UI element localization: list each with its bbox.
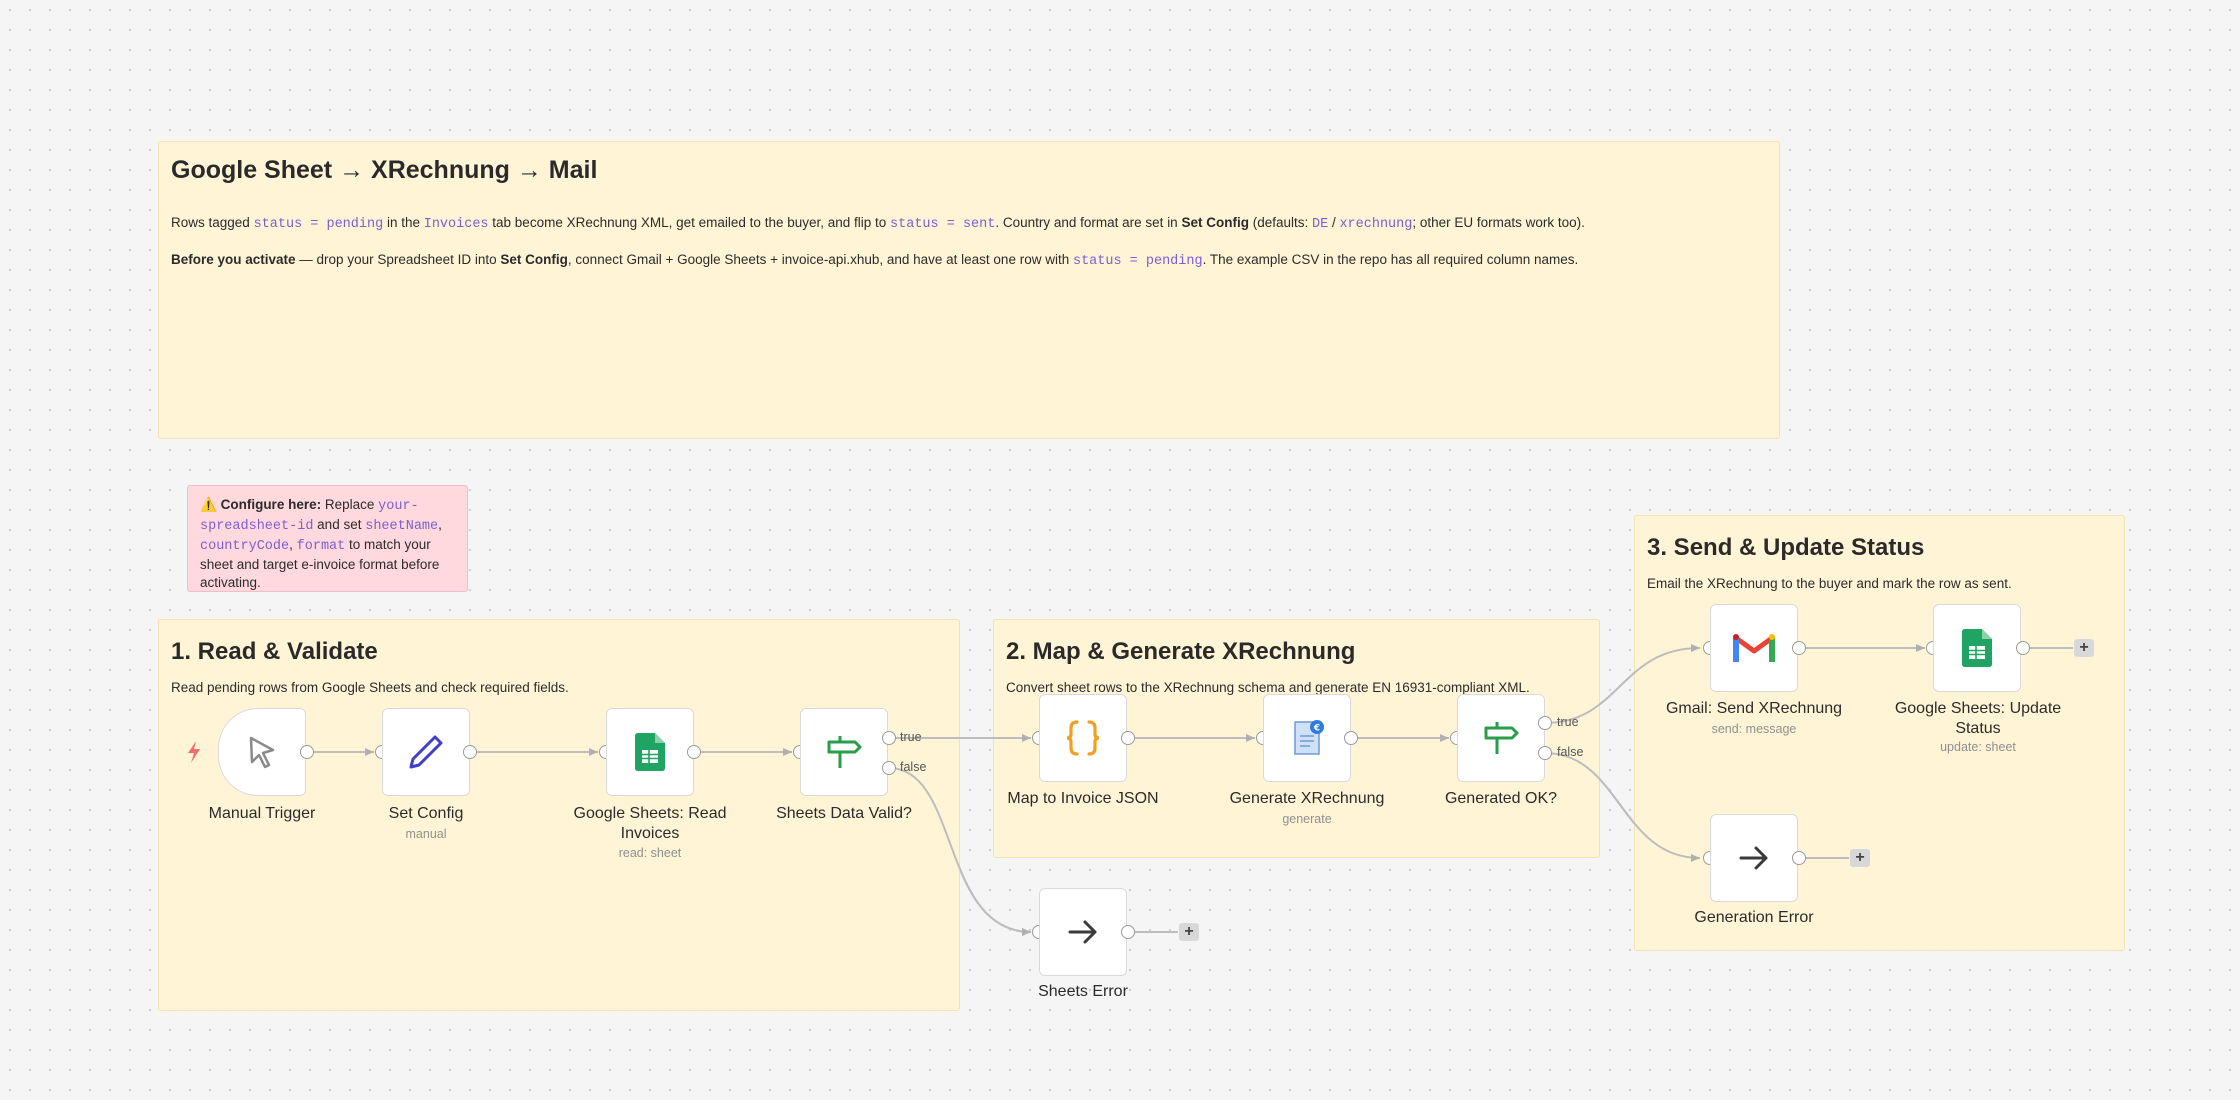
node-google-sheets-read[interactable] xyxy=(606,708,694,796)
node-label: Sheets Error xyxy=(1038,983,1128,1000)
branch-true-label: true xyxy=(900,730,922,744)
arrow-right-icon xyxy=(1739,846,1768,870)
node-map-invoice-json[interactable] xyxy=(1039,694,1127,782)
node-label: Google Sheets: Update Status xyxy=(1894,700,2062,737)
pencil-icon xyxy=(409,735,443,769)
true-output-port[interactable] xyxy=(882,731,896,745)
node-subtitle: send: message xyxy=(1711,722,1797,736)
node-generate-xrechnung[interactable]: € xyxy=(1263,694,1351,782)
node-subtitle: manual xyxy=(405,827,447,841)
node-manual-trigger[interactable] xyxy=(218,708,306,796)
add-node-button[interactable]: + xyxy=(1850,849,1870,867)
output-port[interactable] xyxy=(687,745,701,759)
signpost-icon xyxy=(1484,722,1519,754)
node-set-config[interactable] xyxy=(382,708,470,796)
node-label: Generate XRechnung xyxy=(1229,790,1385,807)
output-port[interactable] xyxy=(463,745,477,759)
braces-icon xyxy=(1066,720,1100,756)
arrow-right-icon xyxy=(1068,920,1097,944)
gmail-icon xyxy=(1733,634,1775,662)
false-output-port[interactable] xyxy=(882,761,896,775)
node-subtitle: update: sheet xyxy=(1940,740,2016,754)
node-sheets-data-valid[interactable] xyxy=(800,708,888,796)
output-port[interactable] xyxy=(1792,851,1806,865)
node-label: Google Sheets: Read Invoices xyxy=(573,805,727,842)
node-google-sheets-update[interactable] xyxy=(1933,604,2021,692)
node-label: Gmail: Send XRechnung xyxy=(1665,700,1843,717)
add-node-button[interactable]: + xyxy=(1179,923,1199,941)
output-port[interactable] xyxy=(1121,731,1135,745)
node-label: Map to Invoice JSON xyxy=(1007,790,1159,807)
output-port[interactable] xyxy=(300,745,314,759)
branch-false-label: false xyxy=(1557,745,1584,759)
node-generated-ok[interactable] xyxy=(1457,694,1545,782)
output-port[interactable] xyxy=(1344,731,1358,745)
node-subtitle: generate xyxy=(1282,812,1332,826)
node-sheets-error[interactable] xyxy=(1039,888,1127,976)
trigger-bolt-icon xyxy=(188,741,200,763)
signpost-icon xyxy=(827,736,862,768)
output-port[interactable] xyxy=(2016,641,2030,655)
node-label: Set Config xyxy=(388,805,464,822)
output-port[interactable] xyxy=(1792,641,1806,655)
svg-text:€: € xyxy=(1313,724,1320,734)
output-port[interactable] xyxy=(1121,925,1135,939)
invoice-doc-icon: € xyxy=(1294,720,1324,755)
node-generation-error[interactable] xyxy=(1710,814,1798,902)
node-label: Generation Error xyxy=(1694,909,1814,926)
google-sheets-icon xyxy=(635,733,665,771)
node-gmail-send[interactable] xyxy=(1710,604,1798,692)
google-sheets-icon xyxy=(1962,629,1992,667)
branch-true-label: true xyxy=(1557,715,1579,729)
cursor-icon xyxy=(249,736,275,769)
node-subtitle: read: sheet xyxy=(618,846,682,860)
branch-false-label: false xyxy=(900,760,927,774)
add-node-button[interactable]: + xyxy=(2074,639,2094,657)
node-label: Sheets Data Valid? xyxy=(776,805,912,822)
true-output-port[interactable] xyxy=(1538,716,1552,730)
false-output-port[interactable] xyxy=(1538,746,1552,760)
node-label: Generated OK? xyxy=(1444,790,1558,807)
